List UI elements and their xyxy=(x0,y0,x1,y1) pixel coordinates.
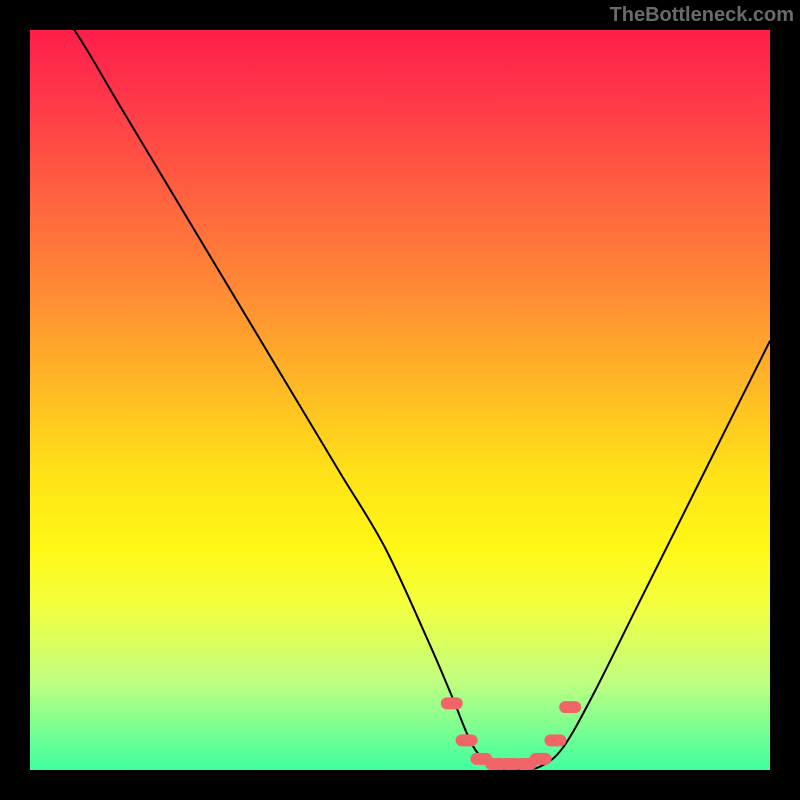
plot-area xyxy=(30,30,770,770)
watermark: TheBottleneck.com xyxy=(610,4,794,27)
fit-indicator-dash xyxy=(544,734,566,746)
bottleneck-curve xyxy=(30,30,770,770)
fit-indicator-dash xyxy=(456,734,478,746)
fit-indicator-dash xyxy=(530,753,552,765)
fit-indicator-dash xyxy=(500,758,522,770)
curve-layer xyxy=(30,30,770,770)
fit-indicator-dash xyxy=(515,758,537,770)
fit-indicator-dash xyxy=(485,758,507,770)
fit-indicator-dash xyxy=(559,701,581,713)
fit-indicator-dash xyxy=(441,697,463,709)
fit-indicator-dash xyxy=(470,753,492,765)
fit-indicator xyxy=(441,697,581,770)
